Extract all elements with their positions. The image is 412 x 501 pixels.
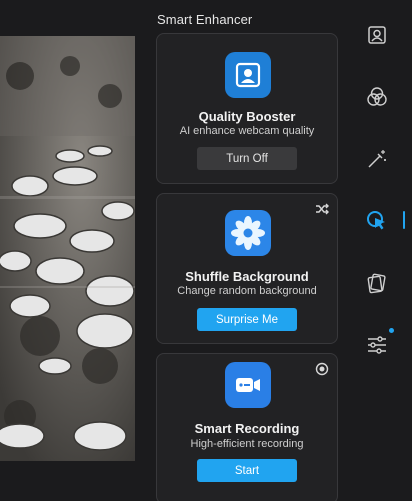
card-title: Quality Booster [198,109,296,124]
card-description: AI enhance webcam quality [179,125,315,137]
smart-enhancer-rail-button[interactable] [364,208,390,234]
camera-preview [0,36,135,461]
record-icon[interactable] [315,362,329,376]
adjust-rail-button[interactable] [364,332,390,358]
smart-cursor-icon [367,211,385,230]
color-circles-icon [367,87,387,106]
active-indicator [403,211,405,229]
card-description: Change random background [177,285,317,297]
shuffle-icon[interactable] [315,202,329,216]
portrait-icon [225,52,271,98]
card-title: Smart Recording [194,421,300,436]
surprise-me-button[interactable]: Surprise Me [197,308,297,331]
video-camera-icon [225,362,271,408]
card-quality-booster: Quality Booster AI enhance webcam qualit… [156,33,338,184]
magic-wand-rail-button[interactable] [364,146,390,172]
card-smart-recording: Smart Recording High-efficient recording… [156,353,338,501]
card-description: High-efficient recording [190,438,304,450]
portrait-icon [368,26,386,44]
panel-title: Smart Enhancer [157,12,253,27]
color-filter-rail-button[interactable] [364,84,390,110]
notification-dot [389,328,394,333]
turn-off-button[interactable]: Turn Off [197,147,297,170]
card-shuffle-background: Shuffle Background Change random backgro… [156,193,338,344]
card-title: Shuffle Background [185,269,309,284]
magic-wand-icon [368,150,386,168]
flower-icon [225,210,271,256]
start-button[interactable]: Start [197,459,297,482]
adjust-sliders-icon [368,336,386,354]
stickers-rail-button[interactable] [364,270,390,296]
stickers-icon [367,273,386,294]
portrait-rail-button[interactable] [364,22,390,48]
